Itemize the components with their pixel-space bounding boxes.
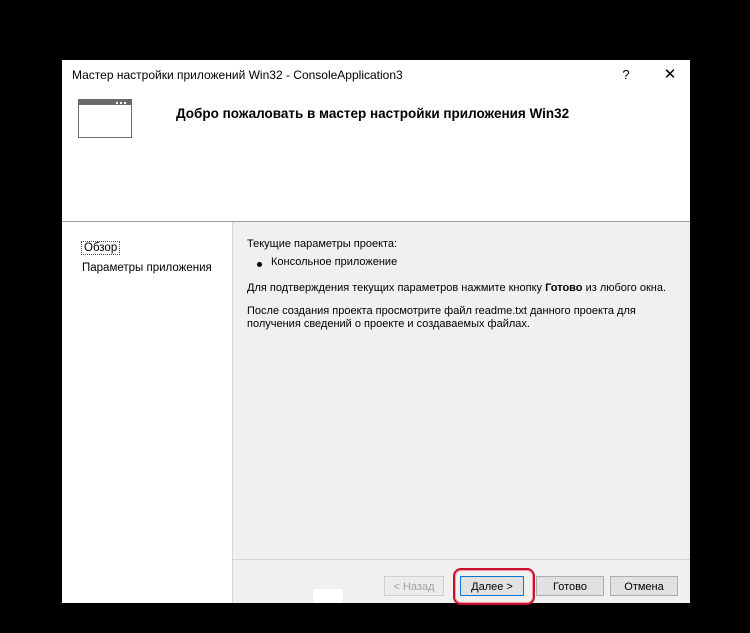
confirm-bold: Готово xyxy=(545,282,583,294)
bullet-icon xyxy=(257,262,262,267)
title-bar: Мастер настройки приложений Win32 - Cons… xyxy=(62,60,690,90)
window-title: Мастер настройки приложений Win32 - Cons… xyxy=(72,68,403,82)
confirm-suffix: из любого окна. xyxy=(582,282,667,294)
close-icon[interactable]: ✕ xyxy=(658,63,682,87)
wizard-content: Текущие параметры проекта: Консольное пр… xyxy=(233,222,690,559)
next-button[interactable]: Далее > xyxy=(460,576,524,596)
help-icon[interactable]: ? xyxy=(614,63,638,87)
page-title: Добро пожаловать в мастер настройки прил… xyxy=(176,106,570,121)
window-icon xyxy=(78,99,132,138)
confirm-prefix: Для подтверждения текущих параметров наж… xyxy=(247,282,546,294)
nav-item-overview[interactable]: Обзор xyxy=(81,241,121,255)
wizard-header: Добро пожаловать в мастер настройки прил… xyxy=(62,90,690,221)
back-button[interactable]: < Назад xyxy=(384,576,444,596)
wizard-nav: Обзор Параметры приложения xyxy=(62,222,232,603)
settings-bullet: Консольное приложение xyxy=(271,256,398,268)
button-separator xyxy=(233,559,690,560)
confirm-text: Для подтверждения текущих параметров наж… xyxy=(247,282,666,294)
cancel-button[interactable]: Отмена xyxy=(610,576,678,596)
nav-item-app-settings[interactable]: Параметры приложения xyxy=(82,262,212,274)
readme-note: После создания проекта просмотрите файл … xyxy=(247,305,636,330)
wizard-dialog: Мастер настройки приложений Win32 - Cons… xyxy=(62,60,690,605)
settings-heading: Текущие параметры проекта: xyxy=(247,238,398,250)
finish-button[interactable]: Готово xyxy=(536,576,604,596)
nav-footer xyxy=(313,589,343,603)
